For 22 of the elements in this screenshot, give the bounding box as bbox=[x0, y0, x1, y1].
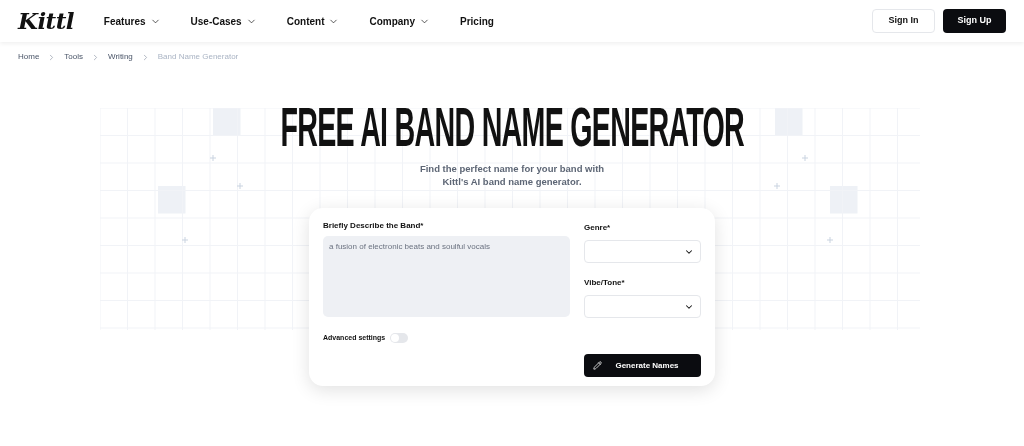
description-field[interactable]: a fusion of electronic beats and soulful vocals bbox=[323, 236, 570, 317]
advanced-toggle[interactable] bbox=[390, 333, 409, 344]
dropdown-select[interactable] bbox=[584, 240, 701, 263]
nav-menu-item[interactable]: Use-Cases bbox=[190, 13, 257, 29]
generate-names-button[interactable]: Generate Names bbox=[584, 354, 701, 377]
nav-menu-item[interactable]: Features bbox=[103, 13, 161, 29]
nav-menu-item[interactable]: Content bbox=[286, 13, 340, 29]
nav-menu-item[interactable]: Pricing bbox=[460, 13, 494, 29]
dropdown-select[interactable] bbox=[584, 295, 701, 318]
pencil-icon bbox=[593, 361, 602, 370]
sign-up-button[interactable]: Sign Up bbox=[943, 9, 1006, 33]
breadcrumb-link[interactable]: Home bbox=[18, 51, 40, 63]
field-label: Vibe/Tone* bbox=[584, 277, 626, 289]
page-subtitle: Find the perfect name for your band with Kittl's AI band name generator. bbox=[419, 162, 605, 188]
kittl-logo[interactable]: Kittl bbox=[18, 3, 74, 39]
page-title: FREE AI BAND NAME GENERATOR bbox=[280, 99, 744, 155]
field-label: Genre* bbox=[584, 222, 612, 234]
sign-in-button[interactable]: Sign In bbox=[872, 9, 935, 33]
nav-menu-item[interactable]: Company bbox=[369, 13, 431, 29]
breadcrumb-link[interactable]: Writing bbox=[108, 51, 133, 63]
field-label: Briefly Describe the Band* bbox=[323, 220, 425, 232]
breadcrumb-link[interactable]: Tools bbox=[64, 51, 84, 63]
